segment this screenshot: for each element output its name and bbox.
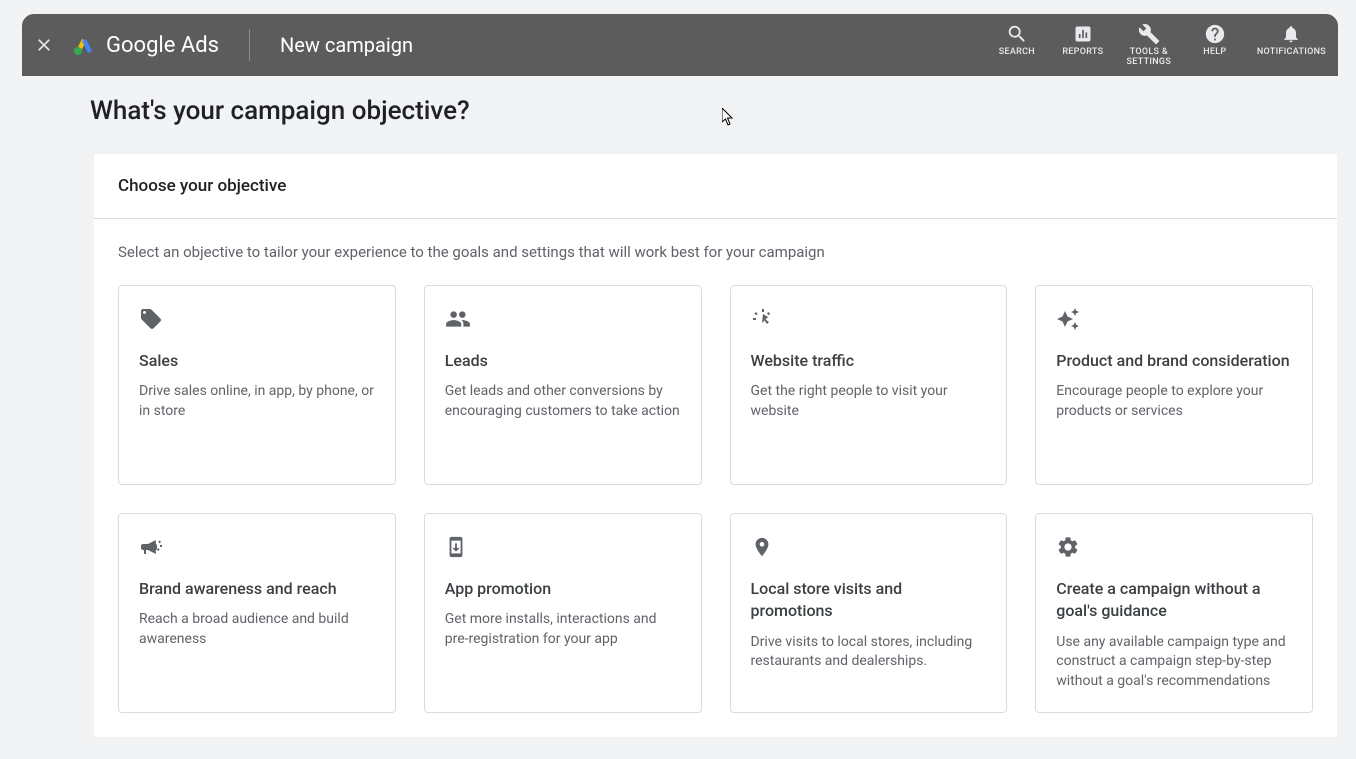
- notifications-action[interactable]: NOTIFICATIONS: [1257, 22, 1326, 58]
- objective-title: Local store visits and promotions: [751, 578, 987, 623]
- reports-action[interactable]: REPORTS: [1059, 22, 1107, 58]
- card-header-title: Choose your objective: [118, 176, 1313, 196]
- close-button[interactable]: [34, 35, 54, 55]
- objective-sales[interactable]: Sales Drive sales online, in app, by pho…: [118, 285, 396, 485]
- pin-icon: [751, 534, 987, 560]
- tools-settings-label: TOOLS & SETTINGS: [1127, 48, 1172, 68]
- click-icon: [751, 306, 987, 332]
- objective-title: App promotion: [445, 578, 681, 600]
- search-label: SEARCH: [999, 48, 1035, 58]
- objective-app-promotion[interactable]: App promotion Get more installs, interac…: [424, 513, 702, 713]
- sparkle-icon: [1056, 306, 1292, 332]
- objective-title: Product and brand consideration: [1056, 350, 1292, 372]
- reports-label: REPORTS: [1062, 48, 1103, 58]
- objective-title: Sales: [139, 350, 375, 372]
- help-action[interactable]: HELP: [1191, 22, 1239, 58]
- card-body: Select an objective to tailor your exper…: [94, 219, 1337, 737]
- objective-brand-awareness[interactable]: Brand awareness and reach Reach a broad …: [118, 513, 396, 713]
- google-ads-logo-icon: [72, 33, 96, 57]
- objective-title: Create a campaign without a goal's guida…: [1056, 578, 1292, 623]
- help-label: HELP: [1203, 48, 1226, 58]
- objective-card-container: Choose your objective Select an objectiv…: [94, 154, 1337, 737]
- reports-icon: [1073, 22, 1093, 46]
- objective-desc: Drive visits to local stores, including …: [751, 633, 987, 672]
- wrench-icon: [1138, 22, 1160, 46]
- logo-text: Google Ads: [106, 33, 219, 58]
- notifications-label: NOTIFICATIONS: [1257, 48, 1326, 58]
- objective-no-goal[interactable]: Create a campaign without a goal's guida…: [1035, 513, 1313, 713]
- objective-desc: Drive sales online, in app, by phone, or…: [139, 382, 375, 421]
- objectives-grid: Sales Drive sales online, in app, by pho…: [118, 285, 1313, 713]
- objective-title: Leads: [445, 350, 681, 372]
- tools-settings-action[interactable]: TOOLS & SETTINGS: [1125, 22, 1173, 68]
- phone-download-icon: [445, 534, 681, 560]
- objective-title: Brand awareness and reach: [139, 578, 375, 600]
- objective-local-store[interactable]: Local store visits and promotions Drive …: [730, 513, 1008, 713]
- close-icon: [34, 35, 54, 55]
- objective-website-traffic[interactable]: Website traffic Get the right people to …: [730, 285, 1008, 485]
- objective-desc: Reach a broad audience and build awarene…: [139, 610, 375, 649]
- objective-desc: Get the right people to visit your websi…: [751, 382, 987, 421]
- header-left: Google Ads New campaign: [34, 29, 413, 61]
- logo[interactable]: Google Ads: [72, 33, 219, 58]
- objective-leads[interactable]: Leads Get leads and other conversions by…: [424, 285, 702, 485]
- header-divider: [249, 29, 250, 61]
- search-icon: [1006, 22, 1028, 46]
- page-name: New campaign: [280, 33, 413, 57]
- gear-icon: [1056, 534, 1292, 560]
- objective-product-brand-consideration[interactable]: Product and brand consideration Encourag…: [1035, 285, 1313, 485]
- megaphone-icon: [139, 534, 375, 560]
- header-right: SEARCH REPORTS TOOLS & SETTINGS HELP NOT…: [993, 22, 1326, 68]
- people-icon: [445, 306, 681, 332]
- search-action[interactable]: SEARCH: [993, 22, 1041, 58]
- content-area: What's your campaign objective? Choose y…: [0, 76, 1356, 737]
- page-title: What's your campaign objective?: [90, 96, 1338, 126]
- objective-desc: Use any available campaign type and cons…: [1056, 633, 1292, 692]
- objective-desc: Get leads and other conversions by encou…: [445, 382, 681, 421]
- card-header: Choose your objective: [94, 154, 1337, 219]
- top-header: Google Ads New campaign SEARCH REPORTS T…: [22, 14, 1338, 76]
- objective-desc: Get more installs, interactions and pre-…: [445, 610, 681, 649]
- objective-desc: Encourage people to explore your product…: [1056, 382, 1292, 421]
- bell-icon: [1281, 22, 1301, 46]
- tag-icon: [139, 306, 375, 332]
- objective-title: Website traffic: [751, 350, 987, 372]
- help-text: Select an objective to tailor your exper…: [118, 243, 1313, 261]
- help-icon: [1204, 22, 1226, 46]
